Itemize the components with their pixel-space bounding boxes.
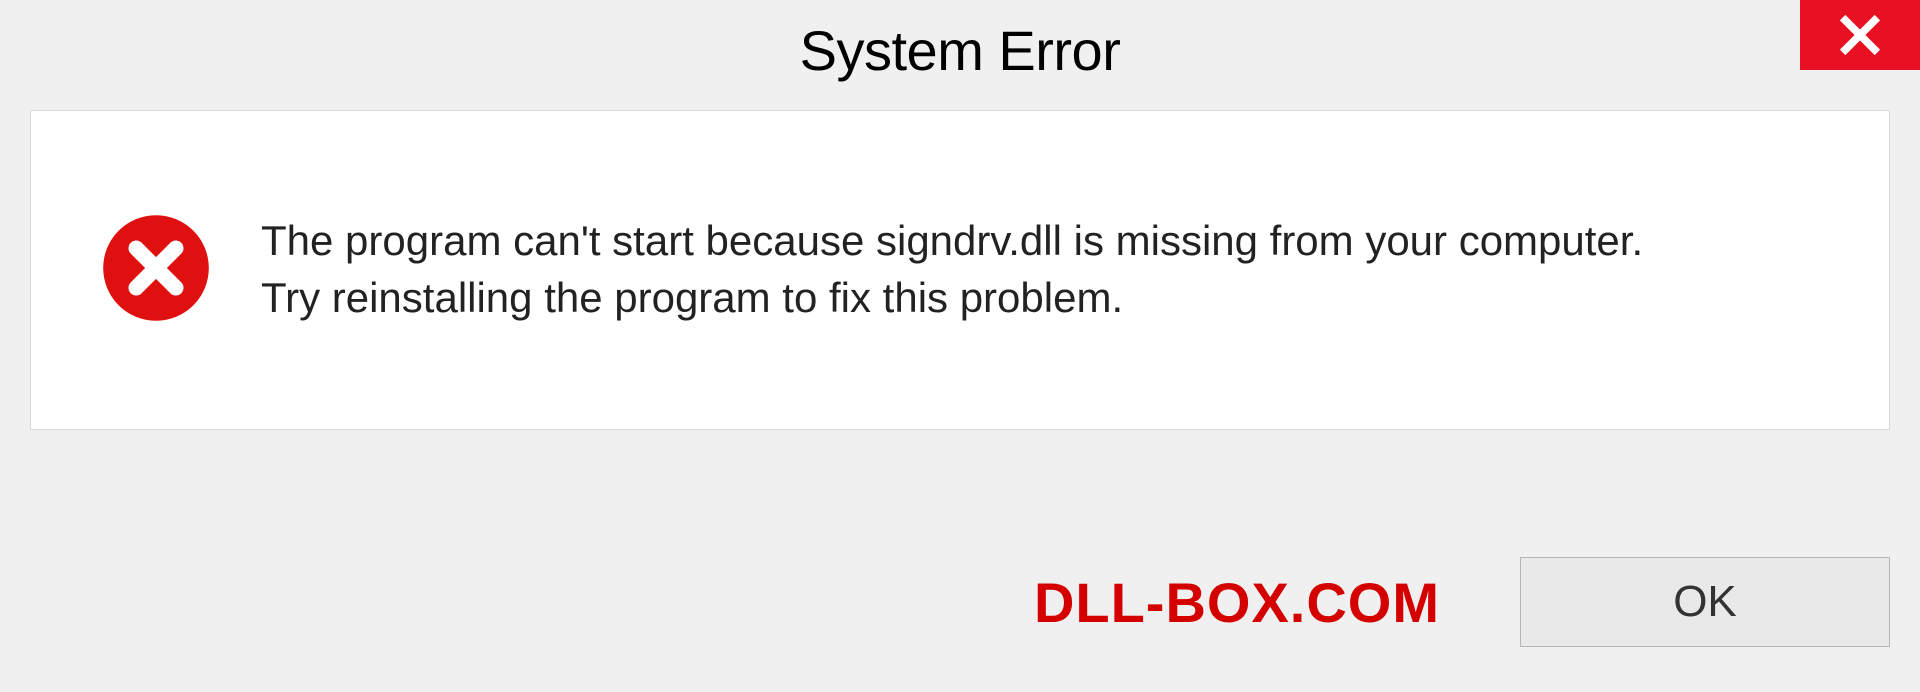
- footer: DLL-BOX.COM OK: [30, 542, 1890, 662]
- close-icon: [1838, 13, 1882, 57]
- ok-button[interactable]: OK: [1520, 557, 1890, 647]
- error-icon-wrap: [101, 213, 211, 328]
- message-line-1: The program can't start because signdrv.…: [261, 213, 1849, 270]
- ok-button-label: OK: [1673, 577, 1737, 627]
- message-block: The program can't start because signdrv.…: [261, 213, 1849, 326]
- error-icon: [101, 213, 211, 323]
- close-button[interactable]: [1800, 0, 1920, 70]
- watermark-text: DLL-BOX.COM: [1034, 570, 1440, 635]
- titlebar: System Error: [0, 0, 1920, 100]
- content-panel: The program can't start because signdrv.…: [30, 110, 1890, 430]
- message-line-2: Try reinstalling the program to fix this…: [261, 270, 1849, 327]
- dialog-title: System Error: [800, 18, 1121, 83]
